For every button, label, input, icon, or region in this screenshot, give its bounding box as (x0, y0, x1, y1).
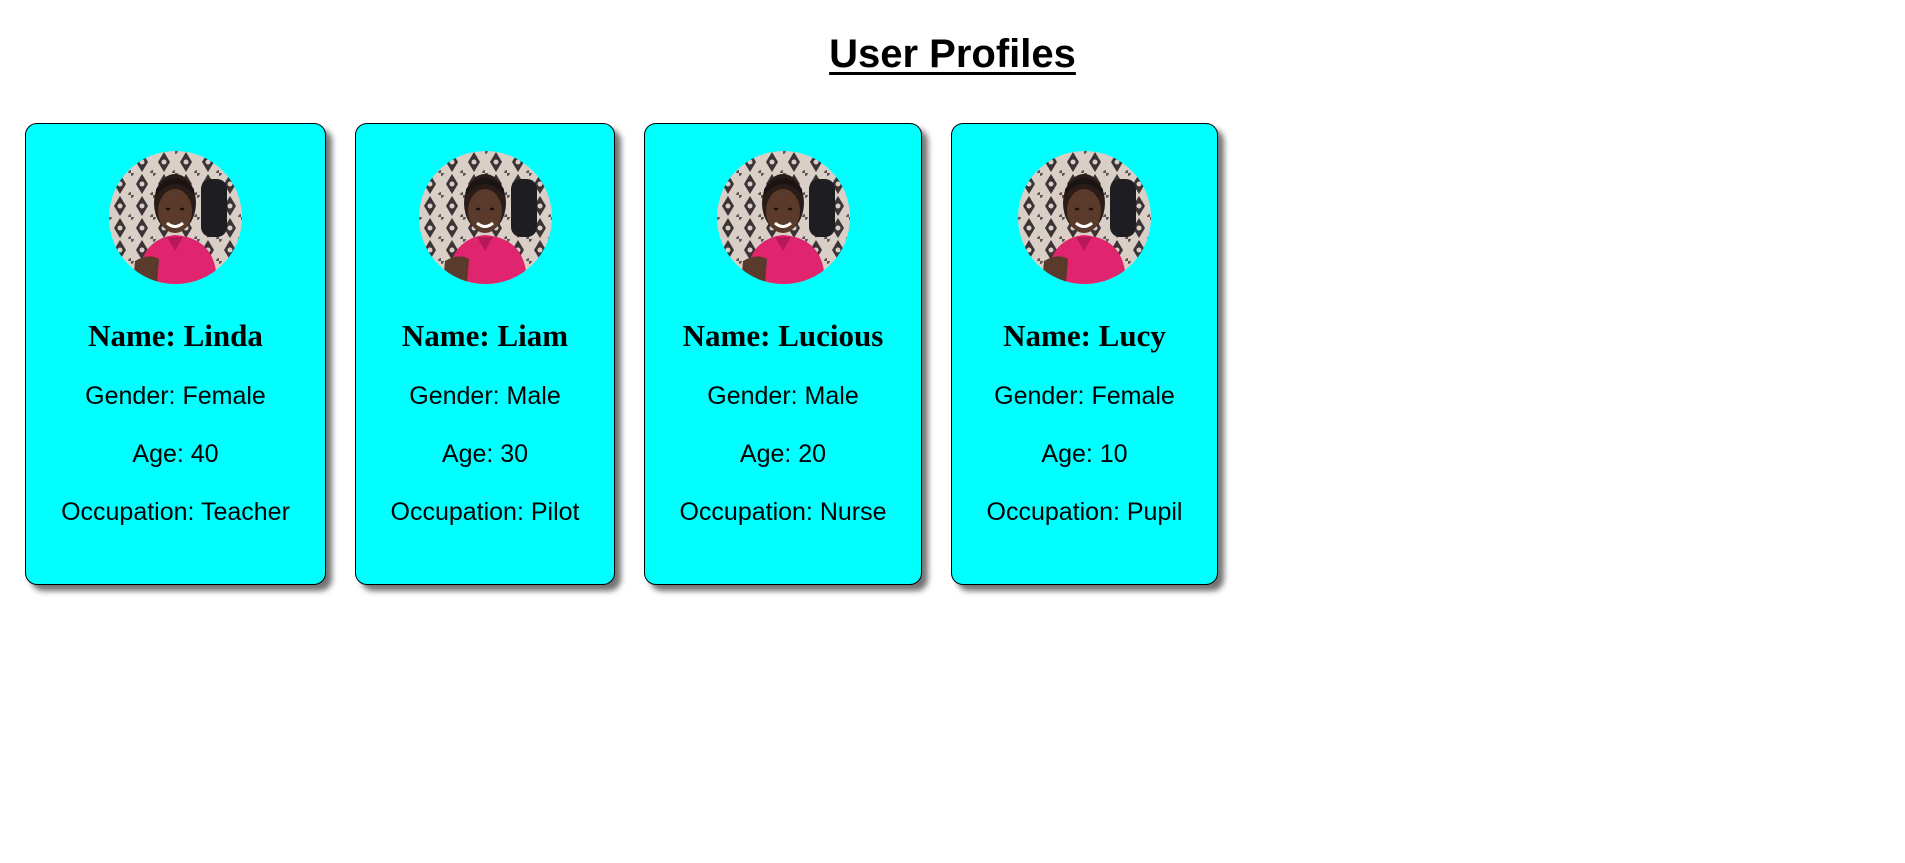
profile-occupation: Occupation: Teacher (61, 498, 290, 526)
profile-card: Name: Liam Gender: Male Age: 30 Occupati… (355, 123, 615, 585)
profile-age: Age: 30 (441, 440, 529, 468)
profile-card: Name: Lucy Gender: Female Age: 10 Occupa… (951, 123, 1218, 585)
profile-photo-icon (716, 151, 850, 284)
page: User Profiles Name: Linda Gender: Female… (0, 0, 1905, 863)
profile-card-list: Name: Linda Gender: Female Age: 40 Occup… (25, 123, 1247, 585)
profile-gender: Gender: Female (994, 382, 1175, 410)
avatar (109, 151, 242, 284)
profile-name: Name: Liam (401, 318, 569, 353)
profile-occupation: Occupation: Pupil (986, 498, 1183, 526)
profile-gender: Gender: Female (85, 382, 266, 410)
avatar (418, 151, 552, 284)
profile-card: Name: Linda Gender: Female Age: 40 Occup… (25, 123, 326, 585)
avatar (1018, 151, 1151, 284)
profile-name: Name: Lucy (1003, 318, 1166, 353)
profile-photo-icon (418, 151, 552, 284)
profile-photo-icon (1018, 151, 1151, 284)
profile-name: Name: Lucious (682, 318, 884, 353)
page-title: User Profiles (829, 32, 1076, 76)
profile-age: Age: 40 (132, 440, 219, 468)
profile-age: Age: 20 (739, 440, 827, 468)
profile-card: Name: Lucious Gender: Male Age: 20 Occup… (644, 123, 922, 585)
profile-occupation: Occupation: Nurse (679, 498, 887, 526)
profile-photo-icon (109, 151, 242, 284)
profile-gender: Gender: Male (707, 382, 859, 410)
profile-age: Age: 10 (1041, 440, 1128, 468)
profile-occupation: Occupation: Pilot (390, 498, 580, 526)
profile-name: Name: Linda (88, 318, 263, 353)
avatar (716, 151, 850, 284)
profile-gender: Gender: Male (409, 382, 561, 410)
